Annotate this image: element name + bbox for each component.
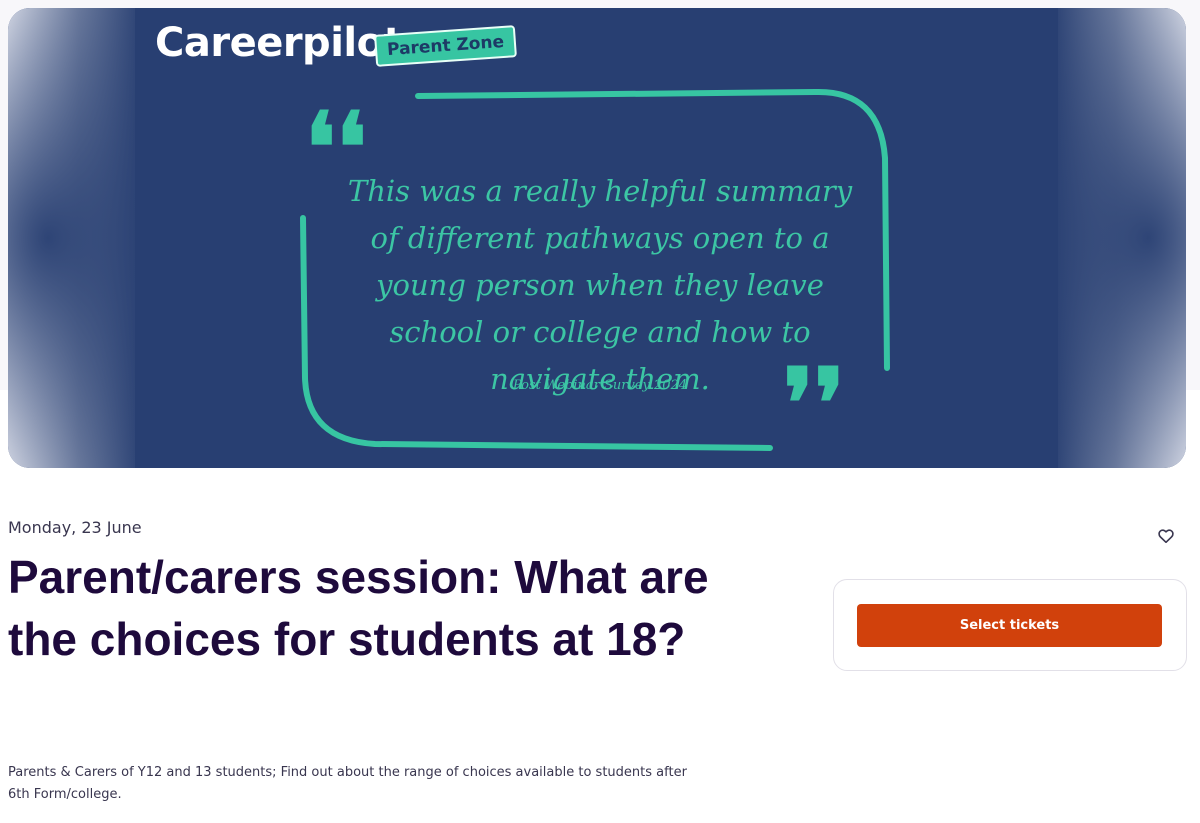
testimonial-quote: This was a really helpful summary of dif…	[347, 174, 853, 396]
like-button[interactable]	[1152, 522, 1180, 550]
testimonial-source: Post Webinar Survey 2024	[512, 378, 688, 393]
select-tickets-button[interactable]: Select tickets	[857, 604, 1162, 647]
event-title: Parent/carers session: What are the choi…	[8, 551, 709, 665]
heart-icon[interactable]	[1158, 529, 1174, 543]
event-summary: Parents & Carers of Y12 and 13 students;…	[8, 765, 687, 802]
event-hero-banner: Careerpilot Parent Zone ❛❛ ❜❜ This was a…	[8, 8, 1186, 468]
ticket-card: Select tickets	[833, 579, 1187, 671]
event-hero-image: Careerpilot Parent Zone ❛❛ ❜❜ This was a…	[135, 8, 1058, 468]
event-date: Monday, 23 June	[8, 518, 142, 537]
